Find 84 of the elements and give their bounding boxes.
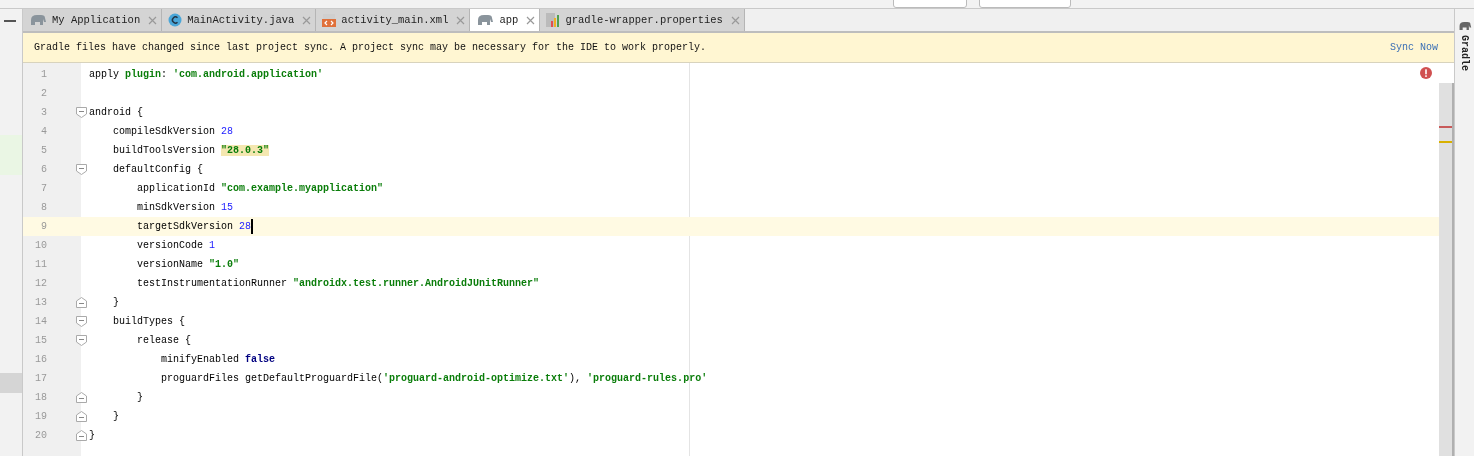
line-number: 17 — [34, 373, 47, 384]
editor-tab[interactable]: My Application — [23, 9, 163, 31]
code-text: targetSdkVersion — [136, 221, 235, 232]
line-number: 9 — [40, 221, 47, 232]
line-number: 16 — [34, 354, 47, 365]
close-icon[interactable] — [456, 15, 466, 25]
close-icon[interactable] — [730, 15, 740, 25]
line-number: 12 — [34, 278, 47, 289]
code-string: 'com.android.application' — [173, 69, 324, 80]
code-text: } — [112, 297, 119, 308]
line-number: 15 — [34, 335, 47, 346]
close-icon[interactable] — [148, 15, 158, 25]
fold-icon[interactable] — [76, 430, 87, 441]
elephant-icon — [29, 14, 47, 26]
code-text: buildToolsVersion — [112, 145, 217, 156]
line-number: 14 — [34, 316, 47, 327]
code-number: 28 — [239, 221, 252, 232]
code-text: minifyEnabled — [160, 354, 241, 365]
line-number: 5 — [40, 145, 47, 156]
line-number: 7 — [40, 183, 47, 194]
code-text: versionCode — [136, 240, 205, 251]
error-icon — [1420, 67, 1432, 79]
code-text: apply — [89, 69, 120, 80]
line-number: 4 — [40, 126, 47, 137]
code-string: 'proguard-rules.pro' — [587, 373, 708, 384]
code-text: } — [89, 430, 95, 441]
editor-tab[interactable]: gradle-wrapper.properties — [540, 9, 745, 31]
code-text: } — [112, 411, 119, 422]
code-string: 'proguard-android-optimize.txt' — [383, 373, 570, 384]
line-number: 19 — [34, 411, 47, 422]
line-number: 18 — [34, 392, 47, 403]
code-text: defaultConfig { — [112, 164, 204, 175]
class-icon — [168, 13, 183, 27]
close-icon[interactable] — [302, 15, 312, 25]
code-string: "1.0" — [209, 259, 240, 270]
code-string: "com.example.myapplication" — [221, 183, 384, 194]
code-text: applicationId — [136, 183, 217, 194]
fold-icon[interactable] — [76, 335, 87, 346]
code-text: } — [136, 392, 143, 403]
close-icon[interactable] — [526, 15, 536, 25]
line-number: 13 — [34, 297, 47, 308]
bar-chart-icon — [546, 12, 561, 28]
line-number: 11 — [34, 259, 47, 270]
code-keyword: false — [245, 354, 276, 365]
code-number: 15 — [221, 202, 234, 213]
code-string: "androidx.test.runner.AndroidJUnitRunner" — [293, 278, 540, 289]
editor-tab[interactable]: app — [470, 9, 541, 31]
code-text: : — [161, 69, 169, 80]
code-text: compileSdkVersion — [112, 126, 217, 137]
editor-tab[interactable]: activity_main.xml — [316, 9, 471, 31]
line-number: 10 — [34, 240, 47, 251]
elephant-icon — [476, 14, 495, 26]
code-text: android { — [89, 107, 143, 118]
fold-icon[interactable] — [76, 297, 87, 308]
code-text: minSdkVersion — [136, 202, 217, 213]
fold-icon[interactable] — [76, 392, 87, 403]
editor-tab[interactable]: MainActivity.java — [162, 9, 317, 31]
line-number: 8 — [40, 202, 47, 213]
warning-marker[interactable] — [1439, 141, 1452, 143]
line-number: 20 — [34, 430, 47, 441]
elephant-icon[interactable] — [1457, 21, 1472, 31]
line-number: 2 — [40, 88, 47, 99]
code-text: testInstrumentationRunner — [136, 278, 289, 289]
code-keyword: plugin — [125, 69, 162, 80]
code-text: ), — [569, 373, 583, 384]
code-text: versionName — [136, 259, 205, 270]
fold-icon[interactable] — [76, 164, 87, 175]
change-marker — [0, 135, 22, 175]
line-number: 1 — [40, 69, 47, 80]
sync-now-link[interactable]: Sync Now — [1390, 42, 1438, 53]
gradle-tool-button[interactable]: Gradle — [1459, 35, 1470, 71]
code-text: proguardFiles getDefaultProguardFile( — [160, 373, 384, 384]
fold-icon[interactable] — [76, 107, 87, 118]
fold-icon[interactable] — [76, 316, 87, 327]
code-number: 1 — [209, 240, 216, 251]
code-number: 28 — [221, 126, 234, 137]
error-marker[interactable] — [1439, 126, 1452, 128]
line-number: 6 — [40, 164, 47, 175]
line-number: 3 — [40, 107, 47, 118]
fold-icon[interactable] — [76, 411, 87, 422]
code-text: release { — [136, 335, 192, 346]
banner-message: Gradle files have changed since last project sync. A project sync may be necessary for the IDE to work properly. — [34, 42, 707, 53]
code-string: "28.0.3" — [221, 145, 270, 156]
code-text: buildTypes { — [112, 316, 185, 327]
